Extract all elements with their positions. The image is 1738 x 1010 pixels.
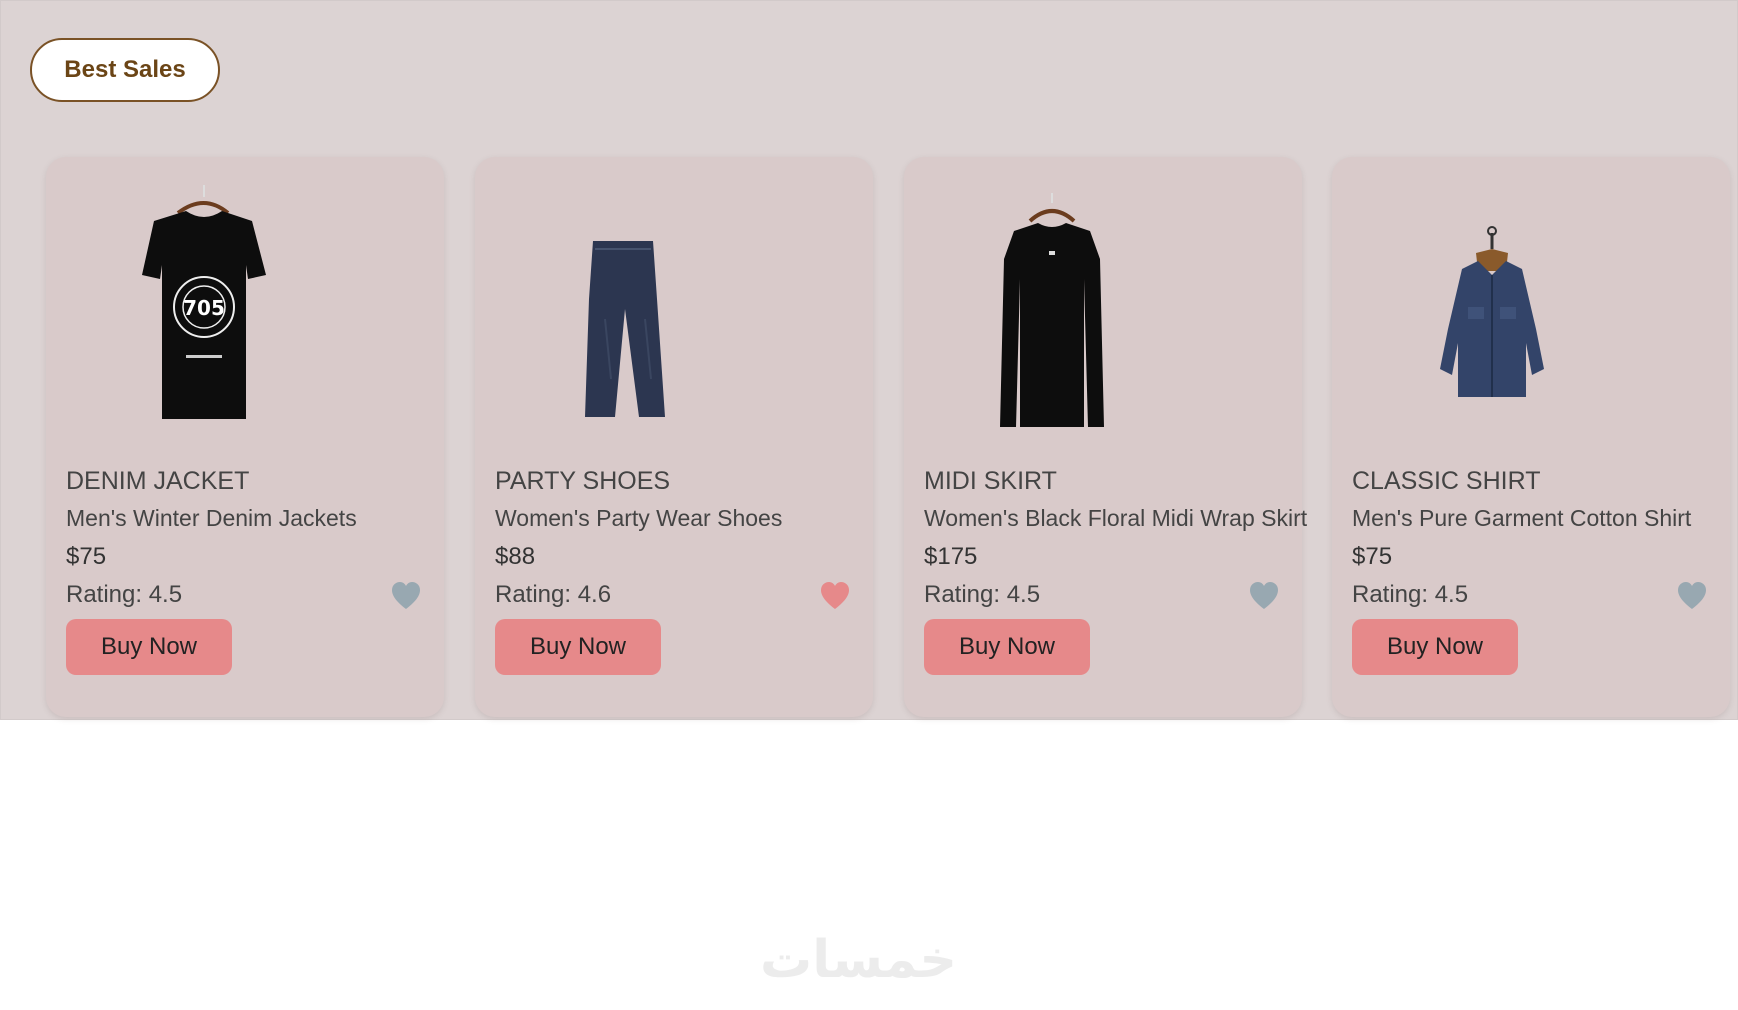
heart-icon[interactable] [390, 581, 422, 611]
heart-icon[interactable] [1676, 581, 1708, 611]
denim-jacket-on-hanger-icon[interactable] [1372, 179, 1572, 429]
product-name[interactable]: Women's Black Floral Midi Wrap Skirt [924, 505, 1307, 532]
product-card: CLASSIC SHIRT Men's Pure Garment Cotton … [1332, 157, 1730, 717]
product-price: $75 [66, 543, 107, 570]
product-rating: Rating: 4.5 [924, 581, 1041, 608]
best-sales-tab[interactable]: Best Sales [30, 38, 220, 102]
product-price: $175 [924, 543, 978, 570]
product-name[interactable]: Men's Winter Denim Jackets [66, 505, 357, 532]
product-card: 705 DENIM JACKET Men's Winter Denim Jack… [46, 157, 444, 717]
product-name[interactable]: Women's Party Wear Shoes [495, 505, 782, 532]
product-category: CLASSIC SHIRT [1352, 467, 1541, 495]
best-sales-section: Best Sales 705 DENIM JACKET Men's Winter… [0, 0, 1738, 720]
product-rating: Rating: 4.5 [66, 581, 183, 608]
black-longsleeve-on-hanger-icon[interactable] [944, 179, 1144, 429]
buy-now-button[interactable]: Buy Now [924, 619, 1090, 675]
buy-now-button[interactable]: Buy Now [66, 619, 232, 675]
product-price: $75 [1352, 543, 1393, 570]
buy-now-button[interactable]: Buy Now [1352, 619, 1518, 675]
heart-icon[interactable] [1248, 581, 1280, 611]
product-category: MIDI SKIRT [924, 467, 1057, 495]
black-tshirt-on-hanger-icon[interactable]: 705 [86, 179, 286, 429]
product-price: $88 [495, 543, 536, 570]
product-category: DENIM JACKET [66, 467, 250, 495]
product-category: PARTY SHOES [495, 467, 671, 495]
buy-now-button[interactable]: Buy Now [495, 619, 661, 675]
svg-text:705: 705 [183, 296, 225, 320]
denim-jeans-icon[interactable] [515, 179, 715, 429]
watermark-logo: خمسات [760, 930, 958, 990]
product-card: MIDI SKIRT Women's Black Floral Midi Wra… [904, 157, 1307, 717]
product-name[interactable]: Men's Pure Garment Cotton Shirt [1352, 505, 1691, 532]
product-rating: Rating: 4.6 [495, 581, 612, 608]
product-rating: Rating: 4.5 [1352, 581, 1469, 608]
product-card: PARTY SHOES Women's Party Wear Shoes $88… [475, 157, 873, 717]
heart-icon[interactable] [819, 581, 851, 611]
